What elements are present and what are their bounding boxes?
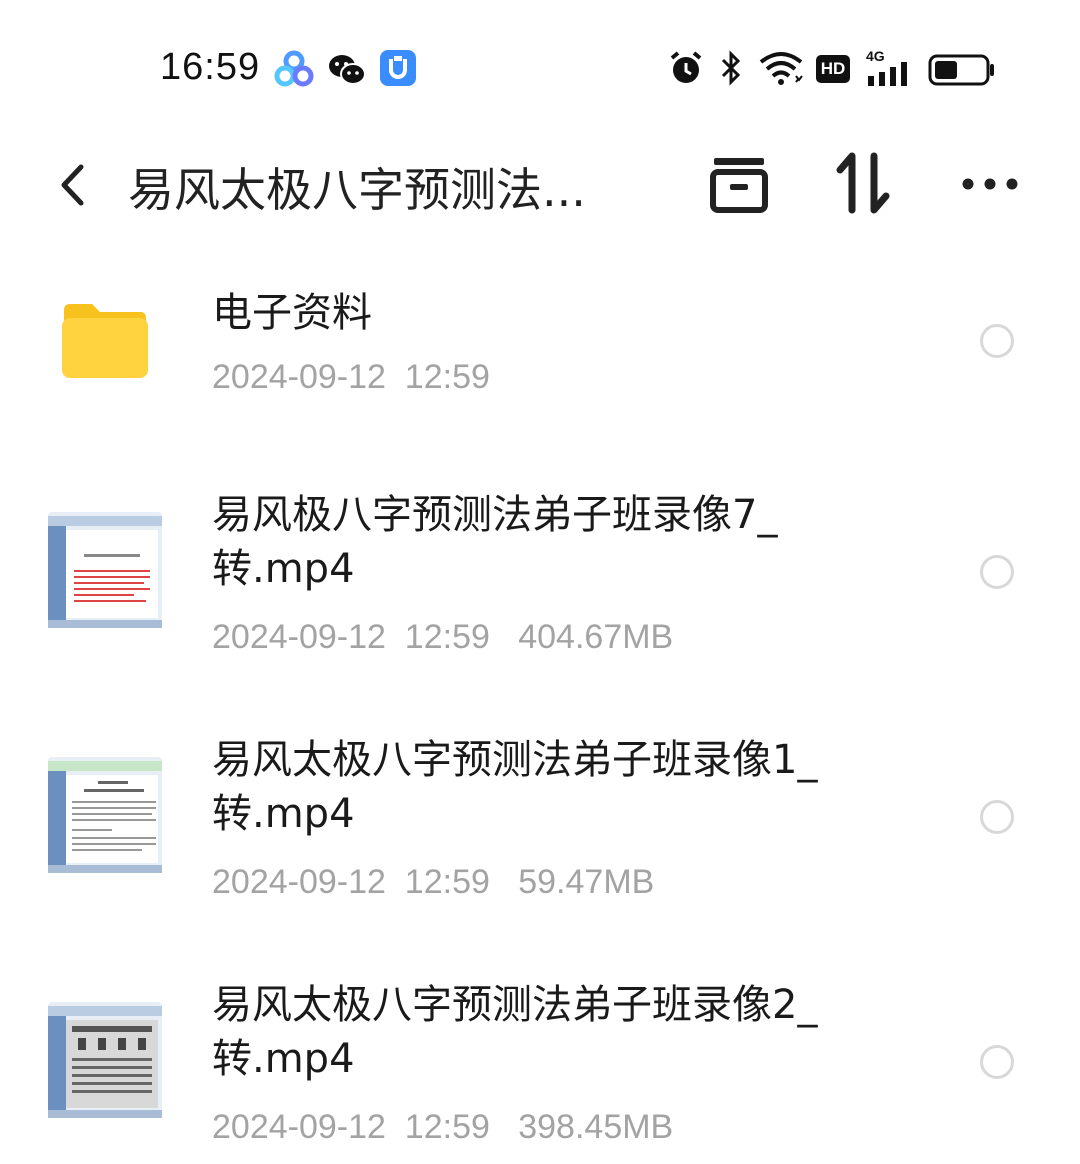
- video-thumbnail: [48, 757, 162, 873]
- sort-icon[interactable]: [830, 148, 900, 218]
- file-meta: 2024-09-12 12:59: [212, 358, 490, 396]
- file-name: 易风太极八字预测法弟子班录像1_转.mp4: [212, 737, 818, 837]
- file-row-folder[interactable]: 电子资料 2024-09-12 12:59: [0, 270, 1080, 430]
- file-row-video[interactable]: 易风太极八字预测法弟子班录像2_转.mp4 2024-09-12 12:59 3…: [0, 970, 1080, 1164]
- video-thumbnail: [48, 1002, 162, 1118]
- file-meta: 2024-09-12 12:59 404.67MB: [212, 618, 674, 656]
- header-bar: 易风太极八字预测法...: [0, 130, 1080, 240]
- video-thumbnail: [48, 512, 162, 628]
- folder-icon: [62, 304, 148, 378]
- file-name: 易风太极八字预测法弟子班录像2_转.mp4: [212, 982, 818, 1082]
- bluetooth-icon: [721, 50, 741, 86]
- file-meta: 2024-09-12 12:59 59.47MB: [212, 863, 655, 901]
- select-radio[interactable]: [980, 800, 1014, 834]
- status-time: 16:59: [160, 46, 261, 88]
- wechat-icon: [329, 55, 366, 85]
- status-bar: 16:59 HD 4G: [0, 0, 1080, 130]
- hd-icon: HD: [816, 55, 850, 83]
- select-radio[interactable]: [980, 324, 1014, 358]
- archive-icon[interactable]: [704, 148, 774, 218]
- file-name: 易风极八字预测法弟子班录像7_转.mp4: [212, 492, 778, 592]
- page-title: 易风太极八字预测法...: [128, 163, 586, 217]
- wifi-icon: [759, 52, 803, 85]
- back-button[interactable]: [48, 155, 98, 215]
- file-name: 电子资料: [212, 290, 372, 336]
- file-row-video[interactable]: 易风极八字预测法弟子班录像7_转.mp4 2024-09-12 12:59 40…: [0, 480, 1080, 680]
- select-radio[interactable]: [980, 1045, 1014, 1079]
- file-meta: 2024-09-12 12:59 398.45MB: [212, 1108, 674, 1146]
- battery-icon: [928, 54, 994, 86]
- app-u-icon: [380, 50, 416, 86]
- alarm-icon: [670, 51, 702, 83]
- baidu-netdisk-icon: [274, 50, 314, 87]
- more-icon[interactable]: [955, 148, 1025, 218]
- signal-4g-icon: 4G: [866, 48, 916, 88]
- select-radio[interactable]: [980, 555, 1014, 589]
- file-row-video[interactable]: 易风太极八字预测法弟子班录像1_转.mp4 2024-09-12 12:59 5…: [0, 725, 1080, 925]
